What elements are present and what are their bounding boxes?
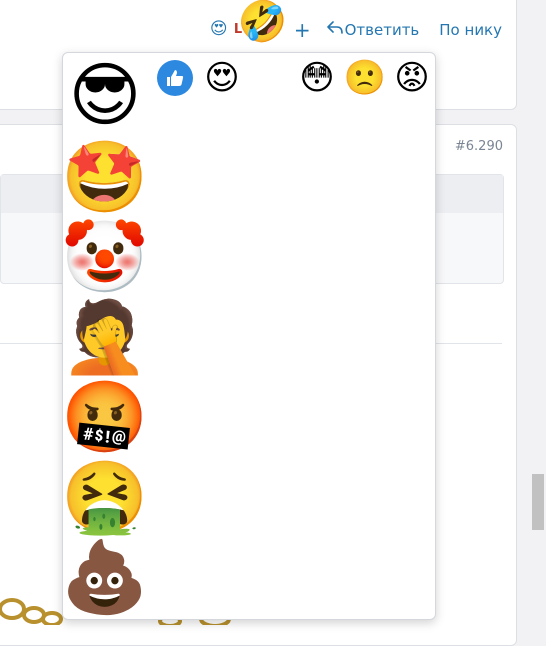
star-struck-reaction[interactable]: 🤩	[61, 137, 148, 217]
clown-icon: 🤡	[61, 216, 149, 298]
heart-eyes-icon: 😍	[204, 58, 240, 98]
reaction-summary[interactable]: 😍 L 🤣	[209, 2, 294, 46]
angry-reaction[interactable]: 😡	[392, 58, 432, 98]
reaction-picker: 😍 😳 🙁 😡 😎 🤩 🤡 🤦 🤬 🤮 💩	[61, 52, 436, 620]
add-reaction-button[interactable]: +	[294, 18, 311, 42]
sunglasses-reaction[interactable]: 😎	[65, 55, 145, 135]
heart-eyes-reaction[interactable]: 😍	[202, 58, 242, 98]
poop-reaction[interactable]: 💩	[61, 537, 148, 617]
poop-icon: 💩	[61, 536, 149, 618]
post-action-bar: 😍 L 🤣 + Ответить По нику	[209, 2, 502, 46]
angry-icon: 😡	[394, 58, 430, 98]
flushed-reaction[interactable]: 😳	[297, 58, 337, 98]
facepalm-icon: 🤦	[61, 296, 149, 378]
scrollbar-thumb[interactable]	[532, 474, 544, 530]
sunglasses-icon: 😎	[68, 54, 142, 136]
page-scrollbar[interactable]	[530, 0, 546, 625]
like-reaction[interactable]	[155, 58, 195, 98]
post-number-link[interactable]: #6.290	[455, 139, 503, 154]
confused-reaction[interactable]: 🙁	[343, 58, 387, 98]
reply-arrow-icon	[326, 20, 343, 40]
rofl-icon[interactable]: 🤣	[238, 2, 288, 42]
heart-eyes-icon: 😍	[209, 19, 228, 39]
by-nick-button[interactable]: По нику	[439, 21, 502, 39]
vomiting-icon: 🤮	[61, 456, 149, 538]
vomiting-reaction[interactable]: 🤮	[61, 457, 148, 537]
like-icon	[157, 60, 193, 96]
facepalm-reaction[interactable]: 🤦	[61, 297, 148, 377]
cursing-icon: 🤬	[61, 376, 149, 458]
reply-label: Ответить	[344, 21, 420, 39]
clown-reaction[interactable]: 🤡	[61, 217, 148, 297]
flushed-icon: 😳	[299, 58, 335, 98]
cursing-reaction[interactable]: 🤬	[61, 377, 148, 457]
reply-button[interactable]: Ответить	[326, 20, 420, 40]
confused-icon: 🙁	[343, 58, 387, 98]
star-struck-icon: 🤩	[61, 136, 149, 218]
